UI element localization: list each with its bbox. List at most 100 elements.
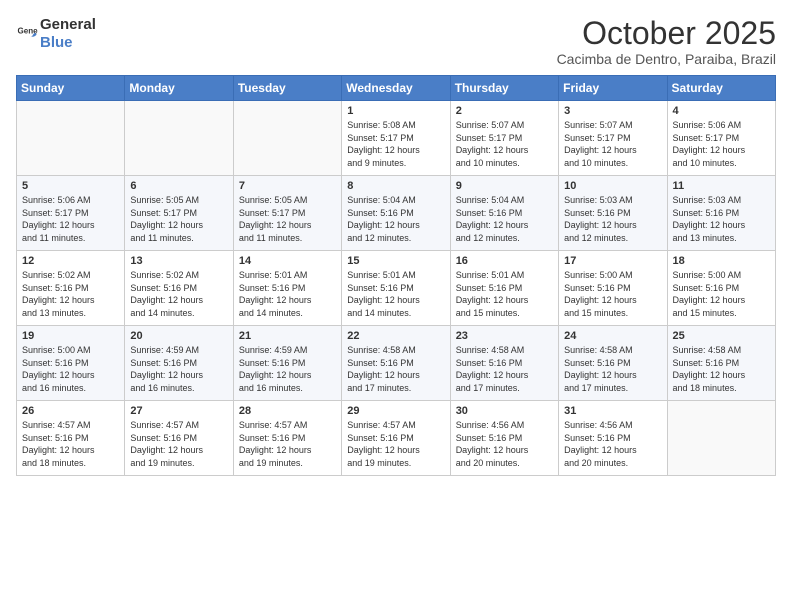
day-number: 11 — [673, 180, 770, 192]
calendar-cell: 11 Sunrise: 5:03 AM Sunset: 5:16 PM Dayli… — [667, 176, 775, 251]
day-info: Sunrise: 4:59 AM Sunset: 5:16 PM Dayligh… — [130, 344, 227, 394]
calendar-cell: 13 Sunrise: 5:02 AM Sunset: 5:16 PM Dayli… — [125, 251, 233, 326]
day-number: 18 — [673, 255, 770, 267]
calendar-cell: 21 Sunrise: 4:59 AM Sunset: 5:16 PM Dayli… — [233, 326, 341, 401]
calendar-cell: 2 Sunrise: 5:07 AM Sunset: 5:17 PM Daylig… — [450, 101, 558, 176]
day-number: 25 — [673, 330, 770, 342]
day-number: 9 — [456, 180, 553, 192]
day-info: Sunrise: 5:01 AM Sunset: 5:16 PM Dayligh… — [456, 269, 553, 319]
day-number: 21 — [239, 330, 336, 342]
calendar-cell: 15 Sunrise: 5:01 AM Sunset: 5:16 PM Dayli… — [342, 251, 450, 326]
day-info: Sunrise: 5:06 AM Sunset: 5:17 PM Dayligh… — [22, 194, 119, 244]
month-title: October 2025 — [557, 16, 776, 51]
calendar-cell: 28Sunrise: 4:57 AM Sunset: 5:16 PM Dayli… — [233, 401, 341, 476]
day-info: Sunrise: 4:56 AM Sunset: 5:16 PM Dayligh… — [564, 419, 661, 469]
day-number: 10 — [564, 180, 661, 192]
day-number: 16 — [456, 255, 553, 267]
day-info: Sunrise: 4:57 AM Sunset: 5:16 PM Dayligh… — [347, 419, 444, 469]
calendar-week-row: 1 Sunrise: 5:08 AM Sunset: 5:17 PM Daylig… — [17, 101, 776, 176]
weekday-header: Monday — [125, 76, 233, 101]
day-number: 7 — [239, 180, 336, 192]
calendar-cell: 5 Sunrise: 5:06 AM Sunset: 5:17 PM Daylig… — [17, 176, 125, 251]
calendar-body: 1 Sunrise: 5:08 AM Sunset: 5:17 PM Daylig… — [17, 101, 776, 476]
day-info: Sunrise: 4:56 AM Sunset: 5:16 PM Dayligh… — [456, 419, 553, 469]
weekday-row: SundayMondayTuesdayWednesdayThursdayFrid… — [17, 76, 776, 101]
day-info: Sunrise: 5:01 AM Sunset: 5:16 PM Dayligh… — [239, 269, 336, 319]
day-number: 13 — [130, 255, 227, 267]
day-info: Sunrise: 5:07 AM Sunset: 5:17 PM Dayligh… — [456, 119, 553, 169]
day-number: 28 — [239, 405, 336, 417]
title-block: October 2025 Cacimba de Dentro, Paraiba,… — [557, 16, 776, 67]
weekday-header: Thursday — [450, 76, 558, 101]
weekday-header: Saturday — [667, 76, 775, 101]
calendar-week-row: 19Sunrise: 5:00 AM Sunset: 5:16 PM Dayli… — [17, 326, 776, 401]
day-info: Sunrise: 5:00 AM Sunset: 5:16 PM Dayligh… — [673, 269, 770, 319]
calendar-cell: 10 Sunrise: 5:03 AM Sunset: 5:16 PM Dayli… — [559, 176, 667, 251]
day-number: 31 — [564, 405, 661, 417]
calendar-cell — [17, 101, 125, 176]
day-number: 2 — [456, 105, 553, 117]
day-info: Sunrise: 5:05 AM Sunset: 5:17 PM Dayligh… — [239, 194, 336, 244]
calendar-cell: 1 Sunrise: 5:08 AM Sunset: 5:17 PM Daylig… — [342, 101, 450, 176]
day-number: 4 — [673, 105, 770, 117]
day-info: Sunrise: 4:58 AM Sunset: 5:16 PM Dayligh… — [347, 344, 444, 394]
day-number: 23 — [456, 330, 553, 342]
day-number: 15 — [347, 255, 444, 267]
day-info: Sunrise: 5:03 AM Sunset: 5:16 PM Dayligh… — [673, 194, 770, 244]
calendar-cell: 24 Sunrise: 4:58 AM Sunset: 5:16 PM Dayli… — [559, 326, 667, 401]
day-number: 30 — [456, 405, 553, 417]
day-number: 17 — [564, 255, 661, 267]
day-info: Sunrise: 5:03 AM Sunset: 5:16 PM Dayligh… — [564, 194, 661, 244]
calendar-cell: 23Sunrise: 4:58 AM Sunset: 5:16 PM Dayli… — [450, 326, 558, 401]
calendar-cell: 19Sunrise: 5:00 AM Sunset: 5:16 PM Dayli… — [17, 326, 125, 401]
day-info: Sunrise: 4:58 AM Sunset: 5:16 PM Dayligh… — [673, 344, 770, 394]
day-info: Sunrise: 5:07 AM Sunset: 5:17 PM Dayligh… — [564, 119, 661, 169]
day-number: 14 — [239, 255, 336, 267]
location-title: Cacimba de Dentro, Paraiba, Brazil — [557, 51, 776, 67]
calendar-cell: 18 Sunrise: 5:00 AM Sunset: 5:16 PM Dayli… — [667, 251, 775, 326]
calendar-cell: 4Sunrise: 5:06 AM Sunset: 5:17 PM Daylig… — [667, 101, 775, 176]
day-info: Sunrise: 5:04 AM Sunset: 5:16 PM Dayligh… — [456, 194, 553, 244]
day-info: Sunrise: 5:01 AM Sunset: 5:16 PM Dayligh… — [347, 269, 444, 319]
calendar-week-row: 12 Sunrise: 5:02 AM Sunset: 5:16 PM Dayli… — [17, 251, 776, 326]
day-number: 5 — [22, 180, 119, 192]
calendar-cell: 31 Sunrise: 4:56 AM Sunset: 5:16 PM Dayli… — [559, 401, 667, 476]
calendar-cell — [125, 101, 233, 176]
weekday-header: Sunday — [17, 76, 125, 101]
day-number: 20 — [130, 330, 227, 342]
day-info: Sunrise: 4:57 AM Sunset: 5:16 PM Dayligh… — [22, 419, 119, 469]
day-number: 6 — [130, 180, 227, 192]
calendar-cell: 7 Sunrise: 5:05 AM Sunset: 5:17 PM Daylig… — [233, 176, 341, 251]
day-info: Sunrise: 5:02 AM Sunset: 5:16 PM Dayligh… — [22, 269, 119, 319]
page-header: General General Blue October 2025 Cacimb… — [16, 16, 776, 67]
calendar-cell: 27 Sunrise: 4:57 AM Sunset: 5:16 PM Dayli… — [125, 401, 233, 476]
calendar-cell — [667, 401, 775, 476]
calendar-table: SundayMondayTuesdayWednesdayThursdayFrid… — [16, 75, 776, 476]
day-info: Sunrise: 5:08 AM Sunset: 5:17 PM Dayligh… — [347, 119, 444, 169]
day-number: 12 — [22, 255, 119, 267]
calendar-cell: 3Sunrise: 5:07 AM Sunset: 5:17 PM Daylig… — [559, 101, 667, 176]
day-number: 27 — [130, 405, 227, 417]
weekday-header: Friday — [559, 76, 667, 101]
calendar-week-row: 26 Sunrise: 4:57 AM Sunset: 5:16 PM Dayli… — [17, 401, 776, 476]
calendar-cell — [233, 101, 341, 176]
day-number: 29 — [347, 405, 444, 417]
calendar-cell: 14 Sunrise: 5:01 AM Sunset: 5:16 PM Dayli… — [233, 251, 341, 326]
calendar-cell: 6Sunrise: 5:05 AM Sunset: 5:17 PM Daylig… — [125, 176, 233, 251]
day-info: Sunrise: 4:58 AM Sunset: 5:16 PM Dayligh… — [564, 344, 661, 394]
day-info: Sunrise: 5:00 AM Sunset: 5:16 PM Dayligh… — [564, 269, 661, 319]
logo-icon: General — [16, 23, 38, 45]
calendar-cell: 20 Sunrise: 4:59 AM Sunset: 5:16 PM Dayli… — [125, 326, 233, 401]
day-info: Sunrise: 4:57 AM Sunset: 5:16 PM Dayligh… — [130, 419, 227, 469]
weekday-header: Wednesday — [342, 76, 450, 101]
weekday-header: Tuesday — [233, 76, 341, 101]
day-number: 24 — [564, 330, 661, 342]
day-info: Sunrise: 5:02 AM Sunset: 5:16 PM Dayligh… — [130, 269, 227, 319]
calendar-cell: 29 Sunrise: 4:57 AM Sunset: 5:16 PM Dayli… — [342, 401, 450, 476]
calendar-header: SundayMondayTuesdayWednesdayThursdayFrid… — [17, 76, 776, 101]
calendar-cell: 9 Sunrise: 5:04 AM Sunset: 5:16 PM Daylig… — [450, 176, 558, 251]
day-number: 1 — [347, 105, 444, 117]
day-number: 26 — [22, 405, 119, 417]
calendar-week-row: 5 Sunrise: 5:06 AM Sunset: 5:17 PM Daylig… — [17, 176, 776, 251]
day-info: Sunrise: 4:59 AM Sunset: 5:16 PM Dayligh… — [239, 344, 336, 394]
